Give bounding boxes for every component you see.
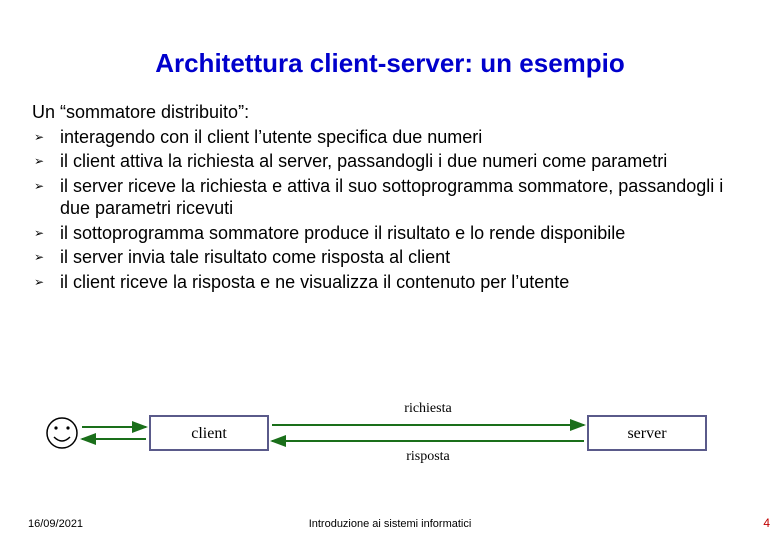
- list-item-text: il server riceve la richiesta e attiva i…: [60, 176, 723, 219]
- list-item-text: interagendo con il client l’utente speci…: [60, 127, 482, 147]
- list-item: ➢ il sottoprogramma sommatore produce il …: [32, 222, 752, 245]
- request-label: richiesta: [404, 401, 452, 416]
- list-item-text: il client riceve la risposta e ne visual…: [60, 272, 569, 292]
- footer-title: Introduzione ai sistemi informatici: [0, 518, 780, 530]
- slide: Architettura client-server: un esempio U…: [0, 0, 780, 540]
- client-server-diagram: client richiesta risposta server: [38, 398, 742, 468]
- intro-text: Un “sommatore distribuito”:: [32, 101, 752, 124]
- slide-body: Un “sommatore distribuito”: ➢ interagendo…: [0, 101, 780, 293]
- bullet-marker-icon: ➢: [34, 275, 44, 290]
- bullet-marker-icon: ➢: [34, 130, 44, 145]
- slide-title: Architettura client-server: un esempio: [0, 0, 780, 101]
- bullet-marker-icon: ➢: [34, 154, 44, 169]
- client-label: client: [191, 425, 227, 442]
- list-item: ➢ interagendo con il client l’utente spec…: [32, 126, 752, 149]
- list-item: ➢ il client attiva la richiesta al server…: [32, 150, 752, 173]
- footer-page-number: 4: [763, 516, 770, 530]
- bullet-marker-icon: ➢: [34, 179, 44, 194]
- list-item: ➢ il server invia tale risultato come ris…: [32, 246, 752, 269]
- list-item-text: il sottoprogramma sommatore produce il r…: [60, 223, 625, 243]
- bullet-list: ➢ interagendo con il client l’utente spec…: [32, 126, 752, 294]
- list-item: ➢ il server riceve la richiesta e attiva …: [32, 175, 752, 220]
- bullet-marker-icon: ➢: [34, 250, 44, 265]
- list-item-text: il client attiva la richiesta al server,…: [60, 151, 667, 171]
- server-label: server: [627, 425, 667, 442]
- user-icon: [47, 418, 77, 448]
- list-item: ➢ il client riceve la risposta e ne visua…: [32, 271, 752, 294]
- list-item-text: il server invia tale risultato come risp…: [60, 247, 450, 267]
- response-label: risposta: [406, 449, 450, 464]
- bullet-marker-icon: ➢: [34, 226, 44, 241]
